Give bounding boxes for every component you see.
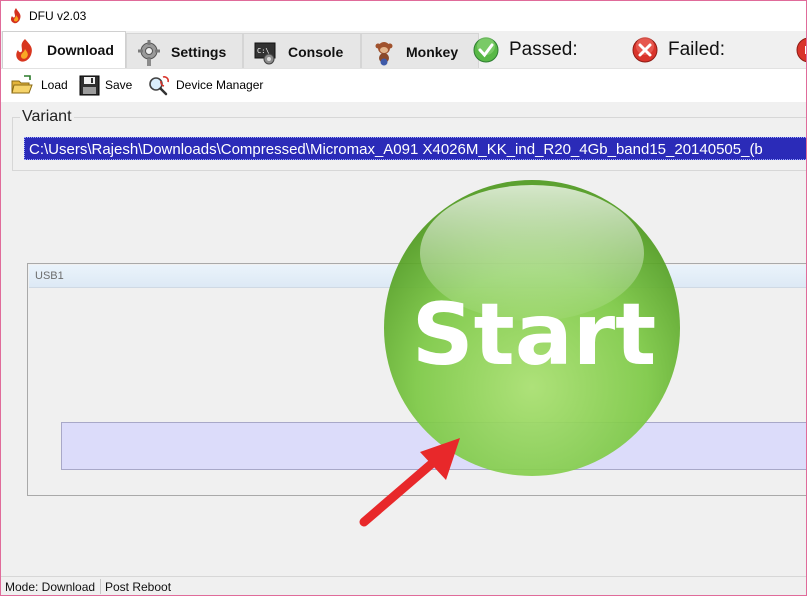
save-label: Save	[105, 78, 133, 92]
status-post-reboot: Post Reboot	[105, 580, 172, 594]
status-separator	[100, 579, 101, 594]
device-manager-label: Device Manager	[176, 78, 264, 92]
gear-icon	[138, 40, 160, 66]
folder-open-icon	[11, 75, 33, 94]
start-button[interactable]: Start	[382, 178, 682, 478]
passed-check-icon	[473, 37, 499, 63]
stop-icon	[796, 37, 807, 63]
title-bar: DFU v2.03	[1, 1, 806, 31]
load-button[interactable]: Load	[11, 75, 71, 97]
tab-settings-label: Settings	[171, 44, 227, 60]
window-title: DFU v2.03	[29, 9, 87, 23]
variant-path-field[interactable]: C:\Users\Rajesh\Downloads\Compressed\Mic…	[24, 137, 807, 160]
toolbar: Load Save Device Manager	[1, 68, 806, 102]
device-search-icon	[149, 76, 169, 96]
variant-legend: Variant	[20, 108, 74, 126]
passed-label: Passed:	[509, 39, 578, 60]
tab-console[interactable]: C:\ Console	[243, 33, 361, 68]
failed-status: Failed:	[632, 37, 742, 65]
device-manager-button[interactable]: Device Manager	[148, 75, 268, 97]
monkey-icon	[375, 42, 393, 66]
tab-bar: Download Settings C:\ Console Monkey Pas…	[1, 31, 807, 69]
tab-settings[interactable]: Settings	[126, 33, 243, 68]
save-button[interactable]: Save	[79, 75, 135, 97]
passed-status: Passed:	[473, 37, 583, 65]
floppy-save-icon	[79, 75, 100, 96]
tab-monkey-label: Monkey	[406, 44, 459, 60]
start-label: Start	[412, 285, 657, 385]
app-flame-icon	[10, 8, 21, 24]
tab-monkey[interactable]: Monkey	[361, 33, 479, 68]
tab-download-label: Download	[47, 42, 114, 58]
failed-x-icon	[632, 37, 658, 63]
load-label: Load	[41, 78, 68, 92]
usb1-label: USB1	[35, 270, 64, 282]
start-circle-icon: Start	[384, 180, 680, 476]
console-icon: C:\	[254, 42, 276, 65]
tab-download[interactable]: Download	[2, 31, 126, 69]
download-flame-icon	[16, 39, 32, 62]
tab-console-label: Console	[288, 44, 344, 60]
status-bar: Mode: Download Post Reboot	[1, 576, 806, 596]
status-mode: Mode: Download	[5, 580, 96, 594]
failed-label: Failed:	[668, 39, 726, 60]
